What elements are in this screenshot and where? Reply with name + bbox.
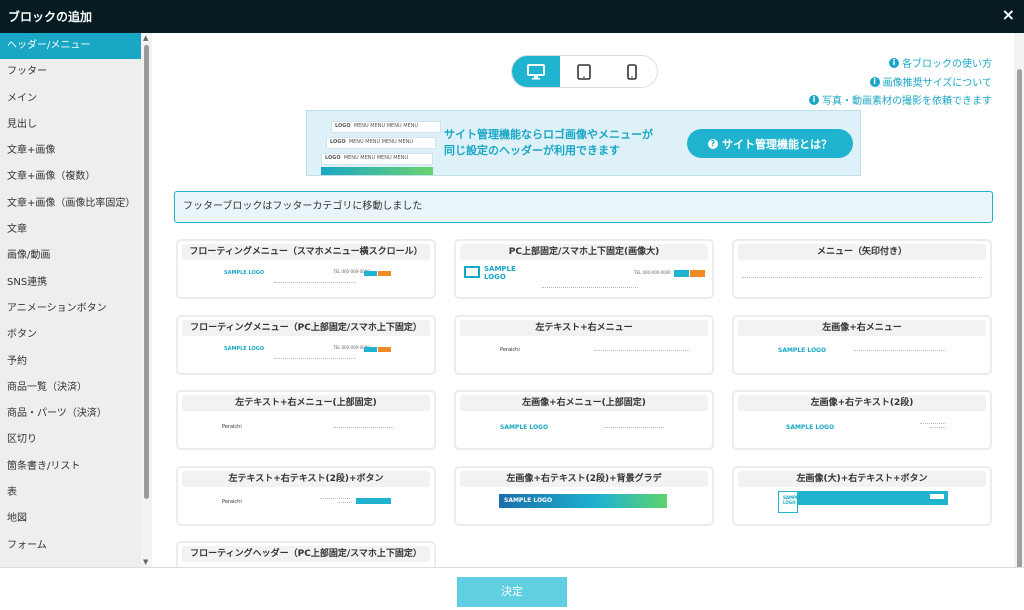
- main-scrollbar[interactable]: [1014, 33, 1024, 569]
- sidebar-item-reservation[interactable]: 予約: [0, 349, 141, 375]
- sidebar-item-heading[interactable]: 見出し: [0, 112, 141, 138]
- modal-footer: 決定: [0, 567, 1024, 610]
- block-preview: Peraichi: [178, 487, 434, 523]
- sidebar-item-button[interactable]: ボタン: [0, 322, 141, 348]
- sidebar-scroll-thumb[interactable]: [144, 45, 149, 499]
- banner-header-thumbnails: LOGO MENU MENU MENU MENU LOGO MENU MENU …: [321, 119, 441, 175]
- block-preview: SAMPLE LOGO: [734, 336, 990, 372]
- sidebar-item-text-image-multi[interactable]: 文章+画像（複数）: [0, 164, 141, 190]
- block-preview: SAMPLE LOGO: [734, 487, 990, 523]
- site-management-button[interactable]: ? サイト管理機能とは？: [687, 129, 853, 158]
- category-sidebar: ヘッダー/メニュー フッター メイン 見出し 文章+画像 文章+画像（複数） 文…: [0, 33, 141, 567]
- main-scroll-thumb[interactable]: [1017, 69, 1022, 569]
- help-link-photo-request[interactable]: i 写真・動画素材の撮影を依頼できます: [809, 92, 992, 107]
- block-card-left-text-right-menu-fixed[interactable]: 左テキスト+右メニュー(上部固定) Peraichi: [176, 390, 436, 450]
- info-icon: i: [869, 76, 880, 87]
- block-preview: SAMPLE LOGO: [456, 411, 712, 447]
- info-icon: i: [889, 57, 899, 68]
- smartphone-icon: [627, 63, 637, 80]
- banner-thumb-gradient: [321, 167, 433, 175]
- sidebar-item-main[interactable]: メイン: [0, 86, 141, 112]
- tablet-icon: [577, 63, 591, 80]
- block-preview: SAMPLE LOGO TEL 000-000-0000: [178, 336, 434, 372]
- block-card-left-image-right-menu-fixed[interactable]: 左画像+右メニュー(上部固定) SAMPLE LOGO: [454, 390, 714, 450]
- site-management-banner: LOGO MENU MENU MENU MENU LOGO MENU MENU …: [306, 110, 861, 176]
- block-card-pc-fixed-large-image[interactable]: PC上部固定/スマホ上下固定(画像大) SAMPLE LOGO TEL 000-0…: [454, 239, 714, 299]
- sidebar-item-header-menu[interactable]: ヘッダー/メニュー: [0, 33, 141, 60]
- sidebar-item-product-list[interactable]: 商品一覧（決済）: [0, 375, 141, 401]
- close-icon[interactable]: ×: [1002, 5, 1015, 24]
- footer-moved-notice: フッターブロックはフッターカテゴリに移動しました: [174, 191, 993, 223]
- block-card-left-text-right-text-button[interactable]: 左テキスト+右テキスト(2段)+ボタン Peraichi: [176, 466, 436, 526]
- block-preview: SAMPLE LOGO TEL 000-000-0000: [456, 260, 712, 296]
- modal-title: ブロックの追加: [8, 10, 93, 24]
- block-card-left-image-right-text-2row[interactable]: 左画像+右テキスト(2段) SAMPLE LOGO: [732, 390, 992, 450]
- device-toggle: [511, 55, 658, 88]
- block-card-left-text-right-menu[interactable]: 左テキスト+右メニュー Peraichi: [454, 315, 714, 375]
- block-card-left-image-right-menu[interactable]: 左画像+右メニュー SAMPLE LOGO: [732, 315, 992, 375]
- banner-thumb-1: LOGO MENU MENU MENU MENU: [331, 121, 441, 133]
- block-card-floating-menu-scroll[interactable]: フローティングメニュー（スマホメニュー横スクロール） SAMPLE LOGO T…: [176, 239, 436, 299]
- sidebar-scrollbar[interactable]: ▲ ▼: [141, 33, 152, 567]
- confirm-button[interactable]: 決定: [457, 577, 567, 607]
- desktop-icon: [527, 63, 545, 79]
- sidebar-item-product-parts[interactable]: 商品・パーツ（決済）: [0, 401, 141, 427]
- sidebar-item-sns[interactable]: SNS連携: [0, 270, 141, 296]
- block-preview: SAMPLE LOGO TEL 000-000-0000: [178, 260, 434, 296]
- sidebar-item-text-image-fixed[interactable]: 文章+画像（画像比率固定）: [0, 191, 141, 217]
- sidebar-item-text[interactable]: 文章: [0, 217, 141, 243]
- sidebar-item-text-image[interactable]: 文章+画像: [0, 138, 141, 164]
- block-card-left-image-right-text-gradient[interactable]: 左画像+右テキスト(2段)+背景グラデ SAMPLE LOGO: [454, 466, 714, 526]
- block-preview: [734, 260, 990, 296]
- help-link-image-size[interactable]: i 画像推奨サイズについて: [869, 74, 992, 89]
- sidebar-item-footer[interactable]: フッター: [0, 59, 141, 85]
- banner-message: サイト管理機能ならロゴ画像やメニューが 同じ設定のヘッダーが利用できます: [444, 128, 653, 157]
- sidebar-item-table[interactable]: 表: [0, 480, 141, 506]
- banner-thumb-2: LOGO MENU MENU MENU MENU: [326, 137, 436, 149]
- sidebar-item-form[interactable]: フォーム: [0, 533, 141, 559]
- banner-thumb-3: LOGO MENU MENU MENU MENU: [321, 153, 433, 165]
- modal-titlebar: ブロックの追加 ×: [0, 0, 1024, 33]
- desktop-toggle[interactable]: [512, 56, 560, 87]
- sidebar-item-animation-button[interactable]: アニメーションボタン: [0, 296, 141, 322]
- question-icon: ?: [708, 138, 718, 149]
- block-card-menu-arrow[interactable]: メニュー（矢印付き）: [732, 239, 992, 299]
- block-preview: Peraichi: [456, 336, 712, 372]
- info-icon: i: [809, 94, 819, 105]
- block-preview: Peraichi: [178, 411, 434, 447]
- sidebar-item-list[interactable]: 箇条書き/リスト: [0, 454, 141, 480]
- sidebar-item-image-video[interactable]: 画像/動画: [0, 243, 141, 269]
- smartphone-toggle[interactable]: [608, 56, 656, 87]
- sidebar-item-divider[interactable]: 区切り: [0, 427, 141, 453]
- block-preview: SAMPLE LOGO: [734, 411, 990, 447]
- scroll-down-icon[interactable]: ▼: [143, 558, 148, 566]
- tablet-toggle[interactable]: [560, 56, 608, 87]
- help-link-usage[interactable]: i 各ブロックの使い方: [889, 55, 992, 70]
- sidebar-item-map[interactable]: 地図: [0, 506, 141, 532]
- block-card-left-large-image-right-text-button[interactable]: 左画像(大)+右テキスト+ボタン SAMPLE LOGO: [732, 466, 992, 526]
- block-preview: SAMPLE LOGO: [456, 487, 712, 523]
- block-card-floating-menu-fixed[interactable]: フローティングメニュー（PC上部固定/スマホ上下固定） SAMPLE LOGO …: [176, 315, 436, 375]
- scroll-up-icon[interactable]: ▲: [143, 34, 148, 42]
